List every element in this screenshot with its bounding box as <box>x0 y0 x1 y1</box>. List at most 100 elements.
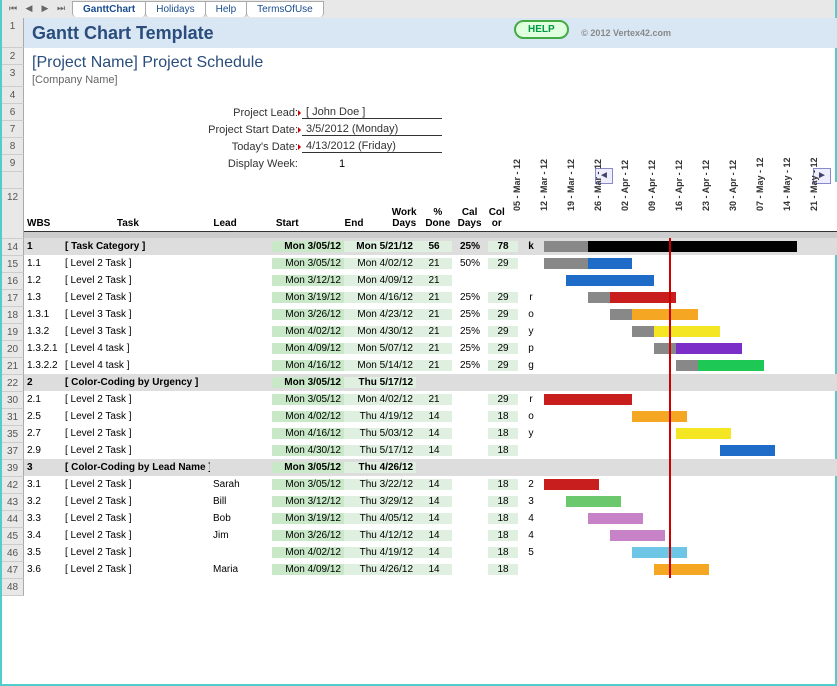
co-cell[interactable]: g <box>518 360 544 371</box>
wd-cell[interactable]: 14 <box>416 445 452 456</box>
wd-cell[interactable]: 14 <box>416 428 452 439</box>
end-cell[interactable]: Thu 4/26/12 <box>344 564 416 575</box>
cd-cell[interactable]: 18 <box>488 530 518 541</box>
wd-cell[interactable]: 14 <box>416 411 452 422</box>
co-cell[interactable]: 3 <box>518 496 544 507</box>
table-row[interactable]: 1.1 [ Level 2 Task ] Mon 3/05/12Mon 4/02/… <box>24 255 837 272</box>
start-cell[interactable]: Mon 4/16/12 <box>272 428 344 439</box>
row-header-8[interactable]: 8 <box>2 138 24 155</box>
row-header-20[interactable]: 20 <box>2 341 24 358</box>
pd-cell[interactable]: 25% <box>452 292 488 303</box>
co-cell[interactable]: o <box>518 309 544 320</box>
row-header-21[interactable]: 21 <box>2 358 24 375</box>
wbs-cell[interactable]: 1.1 <box>24 258 62 269</box>
wbs-cell[interactable]: 1.3.2 <box>24 326 62 337</box>
row-header-18[interactable]: 18 <box>2 307 24 324</box>
row-header-[interactable] <box>2 172 24 189</box>
wd-cell[interactable]: 14 <box>416 496 452 507</box>
table-row[interactable]: 1.3.1 [ Level 3 Task ]Mon 3/26/12Mon 4/2… <box>24 306 837 323</box>
task-cell[interactable]: [ Level 2 Task ] <box>62 258 210 269</box>
task-grid[interactable]: 1[ Task Category ]Mon 3/05/12Mon 5/21/12… <box>24 238 837 578</box>
table-row[interactable]: 3.5 [ Level 2 Task ]Mon 4/02/12Thu 4/19/… <box>24 544 837 561</box>
row-header-19[interactable]: 19 <box>2 324 24 341</box>
task-cell[interactable]: [ Level 4 task ] <box>62 343 210 354</box>
end-cell[interactable]: Mon 4/02/12 <box>344 394 416 405</box>
co-cell[interactable]: p <box>518 343 544 354</box>
cd-cell[interactable]: 18 <box>488 547 518 558</box>
start-cell[interactable]: Mon 3/19/12 <box>272 513 344 524</box>
end-cell[interactable]: Thu 4/12/12 <box>344 530 416 541</box>
wd-cell[interactable]: 21 <box>416 292 452 303</box>
wd-cell[interactable]: 21 <box>416 394 452 405</box>
wd-cell[interactable]: 14 <box>416 479 452 490</box>
cd-cell[interactable]: 29 <box>488 360 518 371</box>
end-cell[interactable]: Thu 3/29/12 <box>344 496 416 507</box>
end-cell[interactable]: Mon 5/14/12 <box>344 360 416 371</box>
start-cell[interactable]: Mon 3/05/12 <box>272 241 344 252</box>
table-row[interactable]: 3.2 [ Level 2 Task ]BillMon 3/12/12Thu 3… <box>24 493 837 510</box>
task-cell[interactable]: [ Color-Coding by Lead Name ] <box>62 462 210 473</box>
start-cell[interactable]: Mon 3/05/12 <box>272 258 344 269</box>
task-cell[interactable]: [ Level 2 Task ] <box>62 292 210 303</box>
wd-cell[interactable]: 21 <box>416 326 452 337</box>
end-cell[interactable]: Mon 4/09/12 <box>344 275 416 286</box>
row-header-39[interactable]: 39 <box>2 460 24 477</box>
row-header-1[interactable]: 1 <box>2 18 24 48</box>
wbs-cell[interactable]: 3.3 <box>24 513 62 524</box>
end-cell[interactable]: Mon 4/16/12 <box>344 292 416 303</box>
co-cell[interactable]: 2 <box>518 479 544 490</box>
row-header-44[interactable]: 44 <box>2 511 24 528</box>
start-cell[interactable]: Mon 4/02/12 <box>272 547 344 558</box>
wbs-cell[interactable]: 2 <box>24 377 62 388</box>
cd-cell[interactable]: 29 <box>488 343 518 354</box>
table-row[interactable]: 2.5 [ Level 2 Task ]Mon 4/02/12Thu 4/19/… <box>24 408 837 425</box>
wd-cell[interactable]: 14 <box>416 564 452 575</box>
lead-cell[interactable]: Bill <box>210 496 272 507</box>
co-cell[interactable]: r <box>518 394 544 405</box>
end-cell[interactable]: Thu 5/17/12 <box>344 377 416 388</box>
pd-cell[interactable]: 25% <box>452 360 488 371</box>
wbs-cell[interactable]: 2.5 <box>24 411 62 422</box>
task-cell[interactable]: [ Level 2 Task ] <box>62 411 210 422</box>
task-cell[interactable]: [ Level 4 task ] <box>62 360 210 371</box>
task-cell[interactable]: [ Level 2 Task ] <box>62 394 210 405</box>
co-cell[interactable]: y <box>518 428 544 439</box>
end-cell[interactable]: Mon 5/07/12 <box>344 343 416 354</box>
task-cell[interactable]: [ Color-Coding by Urgency ] <box>62 377 210 388</box>
row-header-43[interactable]: 43 <box>2 494 24 511</box>
end-cell[interactable]: Mon 5/21/12 <box>344 241 416 252</box>
tab-holidays[interactable]: Holidays <box>145 1 205 17</box>
lead-cell[interactable]: Maria <box>210 564 272 575</box>
row-header-46[interactable]: 46 <box>2 545 24 562</box>
start-cell[interactable]: Mon 3/12/12 <box>272 275 344 286</box>
row-headers[interactable]: 1234678912141516171819202122303135373942… <box>2 18 24 596</box>
task-cell[interactable]: [ Level 2 Task ] <box>62 564 210 575</box>
end-cell[interactable]: Mon 4/02/12 <box>344 258 416 269</box>
wd-cell[interactable]: 14 <box>416 530 452 541</box>
start-cell[interactable]: Mon 4/09/12 <box>272 343 344 354</box>
cd-cell[interactable]: 29 <box>488 326 518 337</box>
co-cell[interactable]: o <box>518 411 544 422</box>
start-cell[interactable]: Mon 3/05/12 <box>272 479 344 490</box>
row-header-9[interactable]: 9 <box>2 155 24 172</box>
wd-cell[interactable]: 14 <box>416 513 452 524</box>
wbs-cell[interactable]: 1.2 <box>24 275 62 286</box>
table-row[interactable]: 1.3.2 [ Level 3 Task ]Mon 4/02/12Mon 4/3… <box>24 323 837 340</box>
tab-nav-arrow[interactable]: ⏮ <box>6 3 20 14</box>
sheet-tabs[interactable]: ⏮◀▶⏭ GanttChartHolidaysHelpTermsOfUse <box>2 0 835 18</box>
pd-cell[interactable]: 25% <box>452 343 488 354</box>
cd-cell[interactable]: 78 <box>488 241 518 252</box>
wbs-cell[interactable]: 3.2 <box>24 496 62 507</box>
pd-cell[interactable]: 25% <box>452 309 488 320</box>
task-cell[interactable]: [ Level 2 Task ] <box>62 547 210 558</box>
co-cell[interactable]: y <box>518 326 544 337</box>
cd-cell[interactable]: 18 <box>488 496 518 507</box>
end-cell[interactable]: Mon 4/23/12 <box>344 309 416 320</box>
task-cell[interactable]: [ Level 2 Task ] <box>62 479 210 490</box>
table-row[interactable]: 3.4 [ Level 2 Task ]JimMon 3/26/12Thu 4/… <box>24 527 837 544</box>
table-row[interactable]: 3.1 [ Level 2 Task ]SarahMon 3/05/12Thu … <box>24 476 837 493</box>
row-header-2[interactable]: 2 <box>2 48 24 65</box>
row-header-3[interactable]: 3 <box>2 65 24 87</box>
display-week-value[interactable]: 1 <box>302 158 382 170</box>
table-row[interactable]: 2[ Color-Coding by Urgency ]Mon 3/05/12T… <box>24 374 837 391</box>
